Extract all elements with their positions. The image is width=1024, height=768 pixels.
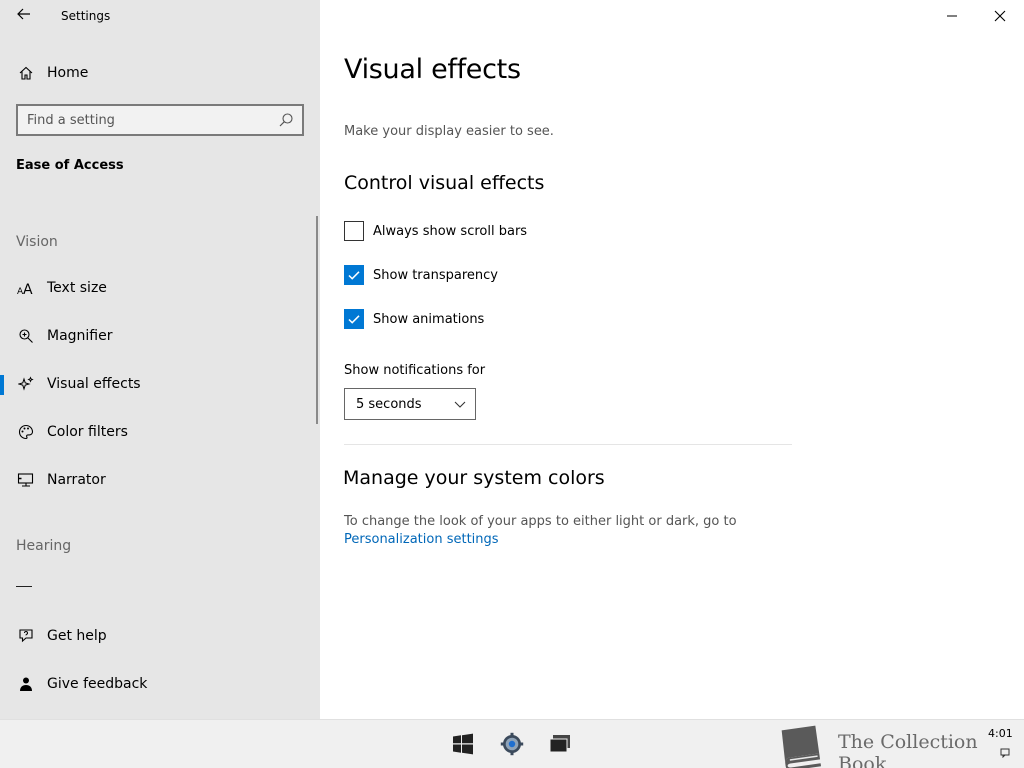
sidebar-item-visual-effects[interactable]: Visual effects bbox=[0, 362, 320, 406]
text-size-icon: AA bbox=[16, 278, 36, 298]
svg-text:A: A bbox=[23, 282, 33, 296]
action-center-icon bbox=[1000, 748, 1010, 759]
checkbox-label: Show transparency bbox=[373, 267, 498, 283]
sidebar-item-give-feedback[interactable]: Give feedback bbox=[0, 662, 320, 706]
help-icon bbox=[16, 626, 36, 646]
sidebar-item-get-help[interactable]: Get help bbox=[0, 614, 320, 658]
sidebar-item-narrator[interactable]: Narrator bbox=[0, 458, 320, 502]
chevron-down-icon bbox=[454, 401, 466, 408]
group-label-vision: Vision bbox=[16, 234, 58, 250]
select-value: 5 seconds bbox=[356, 396, 422, 412]
sidebar-item-label: Give feedback bbox=[47, 676, 148, 692]
sidebar-item-label: Magnifier bbox=[47, 328, 113, 344]
window-title: Settings bbox=[61, 9, 111, 23]
system-colors-heading: Manage your system colors bbox=[343, 467, 605, 489]
narrator-icon bbox=[16, 470, 36, 490]
search-box[interactable] bbox=[16, 104, 304, 136]
search-icon[interactable] bbox=[278, 112, 294, 128]
checkmark-icon bbox=[348, 271, 360, 280]
clock: 4:01 bbox=[988, 727, 1013, 740]
checkbox-row-transparency[interactable]: Show transparency bbox=[344, 264, 498, 286]
windows-start-icon[interactable] bbox=[451, 732, 475, 756]
checkbox-label: Show animations bbox=[373, 311, 485, 327]
sidebar-item-color-filters[interactable]: Color filters bbox=[0, 410, 320, 454]
scroll-bars-checkbox[interactable] bbox=[344, 221, 364, 241]
system-colors-description: To change the look of your apps to eithe… bbox=[344, 514, 737, 529]
task-view-icon[interactable] bbox=[548, 732, 572, 756]
close-button[interactable] bbox=[977, 0, 1023, 32]
main-content: Visual effects Make your display easier … bbox=[320, 0, 1024, 719]
animations-checkbox[interactable] bbox=[344, 309, 364, 329]
page-description: Make your display easier to see. bbox=[344, 124, 554, 139]
sidebar-item-label: Visual effects bbox=[47, 376, 141, 392]
collapsed-divider bbox=[16, 586, 32, 587]
feedback-icon bbox=[16, 674, 36, 694]
notifications-duration-select[interactable]: 5 seconds bbox=[344, 388, 476, 420]
sidebar: Settings Home Ease of Access Vision AA T… bbox=[0, 0, 320, 719]
sparkle-icon bbox=[16, 374, 36, 394]
sidebar-item-label: Text size bbox=[47, 280, 107, 296]
checkbox-row-animations[interactable]: Show animations bbox=[344, 308, 484, 330]
sidebar-item-label: Color filters bbox=[47, 424, 128, 440]
section-divider bbox=[344, 444, 792, 445]
minimize-icon bbox=[947, 15, 957, 17]
sidebar-scrollbar[interactable] bbox=[316, 216, 318, 424]
nav-home[interactable]: Home bbox=[0, 51, 320, 95]
close-icon bbox=[994, 10, 1006, 22]
back-button[interactable] bbox=[14, 6, 34, 26]
minimize-button[interactable] bbox=[929, 0, 975, 32]
transparency-checkbox[interactable] bbox=[344, 265, 364, 285]
palette-icon bbox=[16, 422, 36, 442]
sidebar-item-magnifier[interactable]: Magnifier bbox=[0, 314, 320, 358]
sidebar-item-text-size[interactable]: AA Text size bbox=[0, 266, 320, 310]
sidebar-item-label: Get help bbox=[47, 628, 107, 644]
nav-home-label: Home bbox=[47, 65, 89, 81]
notifications-label: Show notifications for bbox=[344, 363, 486, 378]
back-arrow-icon bbox=[17, 8, 30, 20]
checkbox-label: Always show scroll bars bbox=[373, 223, 528, 239]
notification-icon[interactable] bbox=[1000, 748, 1010, 761]
category-title: Ease of Access bbox=[16, 158, 124, 173]
checkbox-row-scroll-bars[interactable]: Always show scroll bars bbox=[344, 220, 527, 242]
personalization-settings-link[interactable]: Personalization settings bbox=[344, 532, 499, 547]
page-title: Visual effects bbox=[344, 54, 521, 85]
checkmark-icon bbox=[348, 315, 360, 324]
sidebar-item-label: Narrator bbox=[47, 472, 106, 488]
settings-gear-icon[interactable] bbox=[500, 732, 524, 756]
control-visual-effects-heading: Control visual effects bbox=[344, 172, 545, 194]
group-label-hearing: Hearing bbox=[16, 538, 72, 554]
home-icon bbox=[16, 63, 36, 83]
magnifier-icon bbox=[16, 326, 36, 346]
search-input[interactable] bbox=[18, 106, 268, 134]
